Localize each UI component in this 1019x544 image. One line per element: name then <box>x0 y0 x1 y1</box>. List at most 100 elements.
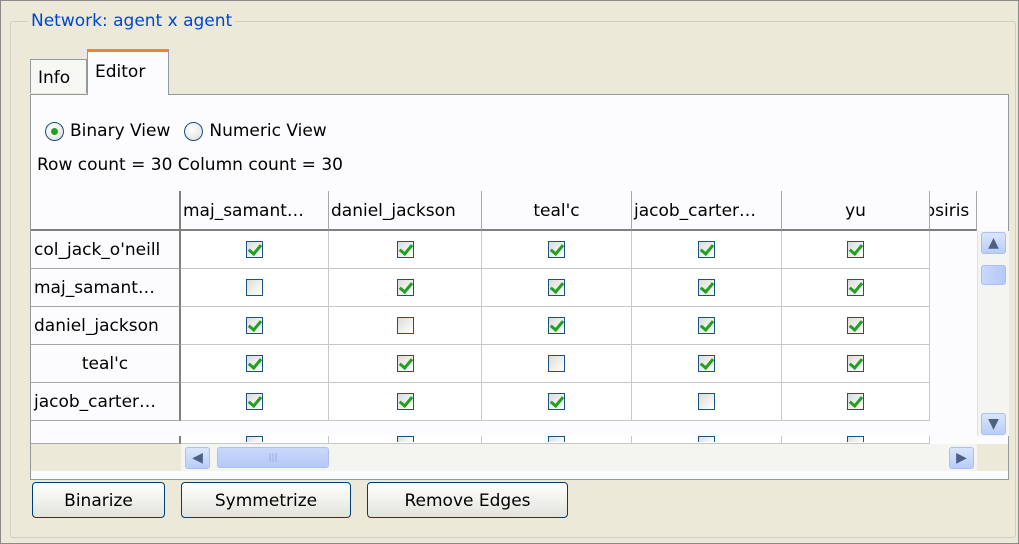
table-cell <box>181 383 329 421</box>
remove-edges-button[interactable]: Remove Edges <box>367 482 568 518</box>
scroll-down-button[interactable]: ▼ <box>981 413 1006 435</box>
chevron-up-icon: ▲ <box>988 235 999 251</box>
row-header[interactable]: daniel_jackson <box>31 307 181 345</box>
checkbox-checked[interactable] <box>548 279 565 296</box>
table-cell <box>329 269 482 307</box>
table-cell <box>329 383 482 421</box>
table-cell <box>632 307 782 345</box>
checkbox-checked[interactable] <box>396 355 414 372</box>
vertical-scrollbar[interactable]: ▲ ▼ <box>977 231 1009 436</box>
table-cell <box>632 345 782 383</box>
chevron-right-icon: ▶ <box>956 450 967 466</box>
checkbox-checked[interactable] <box>246 241 263 258</box>
row-header <box>31 436 181 444</box>
table-cell <box>329 231 482 269</box>
checkbox[interactable] <box>246 436 263 442</box>
table-cell <box>632 383 782 421</box>
row-header[interactable]: col_jack_o'neill <box>31 231 181 269</box>
radio-unselected-icon <box>184 121 204 141</box>
binarize-button[interactable]: Binarize <box>32 482 165 518</box>
column-header[interactable]: osiris <box>930 191 977 231</box>
table-cell <box>181 307 329 345</box>
table-cell <box>482 345 632 383</box>
numeric-view-radio[interactable]: Numeric View <box>184 121 327 141</box>
table-cell <box>482 269 632 307</box>
row-header[interactable]: teal'c <box>31 345 181 383</box>
checkbox[interactable] <box>847 436 864 442</box>
table-cell <box>181 231 329 269</box>
table-header: maj_samant… daniel_jackson teal'c jacob_… <box>31 191 977 231</box>
table-cell <box>482 231 632 269</box>
checkbox-checked[interactable] <box>246 393 263 410</box>
row-header[interactable]: jacob_carter… <box>31 383 181 421</box>
row-column-count: Row count = 30 Column count = 30 <box>37 155 343 175</box>
symmetrize-button[interactable]: Symmetrize <box>181 482 351 518</box>
partial-table-row <box>31 436 930 444</box>
column-header[interactable]: daniel_jackson <box>329 191 482 231</box>
checkbox-unchecked[interactable] <box>548 355 565 372</box>
checkbox-checked[interactable] <box>548 317 565 334</box>
chevron-down-icon: ▼ <box>988 416 999 432</box>
checkbox-checked[interactable] <box>847 317 864 334</box>
table-row: col_jack_o'neill <box>31 231 930 269</box>
group-title: Network: agent x agent <box>28 10 236 32</box>
checkbox[interactable] <box>698 436 715 442</box>
checkbox-checked[interactable] <box>698 241 715 258</box>
checkbox-checked[interactable] <box>396 241 414 258</box>
scroll-filler <box>31 444 181 471</box>
tab-info[interactable]: Info <box>30 59 87 93</box>
table-cell <box>782 231 930 269</box>
table-cell <box>482 307 632 345</box>
checkbox-checked[interactable] <box>548 393 565 410</box>
binary-view-label: Binary View <box>70 121 171 141</box>
checkbox-checked[interactable] <box>847 279 864 296</box>
checkbox-checked[interactable] <box>548 241 565 258</box>
checkbox-checked[interactable] <box>698 279 715 296</box>
table-cell <box>782 269 930 307</box>
table-cell <box>181 269 329 307</box>
checkbox-checked[interactable] <box>847 241 864 258</box>
scroll-right-button[interactable]: ▶ <box>949 447 974 469</box>
column-header[interactable]: yu <box>782 191 930 231</box>
table-cell <box>782 307 930 345</box>
table-row: teal'c <box>31 345 930 383</box>
row-header[interactable]: maj_samant… <box>31 269 181 307</box>
checkbox[interactable] <box>396 436 414 442</box>
checkbox-checked[interactable] <box>396 279 414 296</box>
tab-editor[interactable]: Editor <box>87 49 169 95</box>
adjacency-table: maj_samant… daniel_jackson teal'c jacob_… <box>31 191 1009 476</box>
checkbox-checked[interactable] <box>698 317 715 334</box>
checkbox-checked[interactable] <box>698 355 715 372</box>
checkbox-checked[interactable] <box>246 317 263 334</box>
grip-icon: ||| <box>268 452 278 463</box>
checkbox[interactable] <box>548 436 565 442</box>
table-row: daniel_jackson <box>31 307 930 345</box>
scroll-left-button[interactable]: ◀ <box>185 447 210 469</box>
checkbox-checked[interactable] <box>396 393 414 410</box>
checkbox-checked[interactable] <box>847 355 864 372</box>
table-cell <box>632 231 782 269</box>
column-header[interactable]: jacob_carter… <box>632 191 782 231</box>
checkbox-checked[interactable] <box>246 355 263 372</box>
scroll-corner <box>977 444 1008 471</box>
checkbox-checked[interactable] <box>847 393 864 410</box>
checkbox-unchecked[interactable] <box>396 317 414 334</box>
column-header[interactable]: teal'c <box>482 191 632 231</box>
window: Network: agent x agent Info Editor Binar… <box>0 0 1019 544</box>
scroll-up-button[interactable]: ▲ <box>981 232 1006 254</box>
horizontal-scroll-thumb[interactable]: ||| <box>217 447 329 468</box>
checkbox-unchecked[interactable] <box>246 279 263 296</box>
view-options: Binary View Numeric View <box>45 118 341 144</box>
header-corner <box>31 191 181 231</box>
column-header[interactable]: maj_samant… <box>181 191 329 231</box>
radio-selected-icon <box>45 121 64 141</box>
chevron-left-icon: ◀ <box>192 450 203 466</box>
horizontal-scrollbar[interactable]: ◀ ||| ▶ <box>181 444 977 471</box>
table-cell <box>329 307 482 345</box>
table-row: maj_samant… <box>31 269 930 307</box>
numeric-view-label: Numeric View <box>209 121 327 141</box>
binary-view-radio[interactable]: Binary View <box>45 121 170 141</box>
table-cell <box>782 345 930 383</box>
checkbox-unchecked[interactable] <box>698 393 715 410</box>
vertical-scroll-thumb[interactable] <box>981 265 1006 285</box>
